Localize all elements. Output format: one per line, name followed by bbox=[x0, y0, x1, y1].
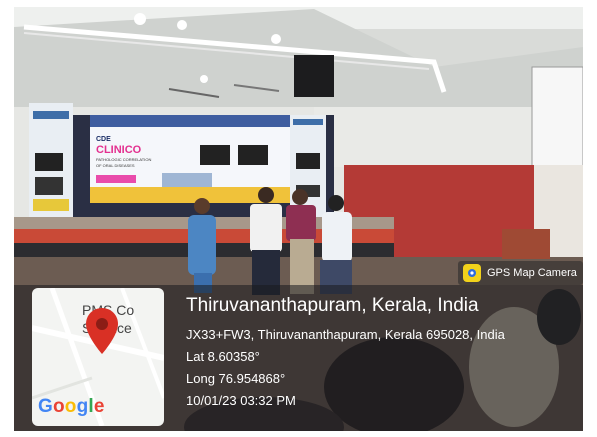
photo-frame: CDE CLINICO PATHOLOGIC CORRELATION OF OR… bbox=[14, 7, 583, 431]
badge-label: GPS Map Camera bbox=[487, 267, 577, 279]
gps-map-camera-badge: GPS Map Camera bbox=[458, 261, 583, 285]
screen-text-1: CDE bbox=[96, 136, 111, 143]
google-logo: Google bbox=[38, 396, 105, 417]
location-title: Thiruvananthapuram, Kerala, India bbox=[186, 295, 479, 316]
screen-text-2: CLINICO bbox=[96, 144, 142, 156]
timestamp: 10/01/23 03:32 PM bbox=[186, 393, 296, 408]
gps-camera-icon bbox=[463, 264, 481, 282]
location-map-thumbnail[interactable]: PMS Co Science Google bbox=[32, 288, 164, 426]
map-pin-icon bbox=[86, 308, 118, 354]
latitude: Lat 8.60358° bbox=[186, 349, 260, 364]
longitude: Long 76.954868° bbox=[186, 371, 286, 386]
screen-text-4: OF ORAL DISEASES bbox=[96, 163, 135, 168]
screen-text-3: PATHOLOGIC CORRELATION bbox=[96, 157, 151, 162]
location-address: JX33+FW3, Thiruvananthapuram, Kerala 695… bbox=[186, 327, 505, 342]
